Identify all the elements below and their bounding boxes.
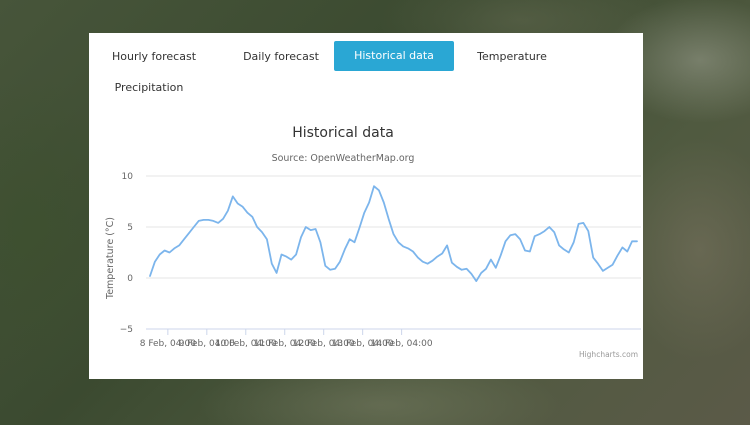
highcharts-credit-link[interactable]: Highcharts.com	[579, 350, 638, 359]
historical-temperature-chart: Historical data Source: OpenWeatherMap.o…	[105, 125, 641, 359]
x-axis-ticks: 8 Feb, 04:009 Feb, 04:0010 Feb, 04:0011 …	[140, 328, 641, 349]
y-tick-label: −5	[120, 325, 133, 335]
y-tick-label: 5	[127, 223, 133, 233]
temperature-series-line	[149, 185, 638, 283]
y-axis-title: Temperature (°C)	[105, 217, 116, 300]
y-gridlines	[146, 175, 641, 330]
forecast-panel: Hourly forecast Daily forecast Historica…	[89, 33, 643, 379]
series-layer	[149, 185, 638, 283]
x-tick-label: 14 Feb, 04:00	[371, 339, 433, 349]
y-tick-label: 10	[122, 172, 134, 182]
y-tick-label: 0	[127, 274, 133, 284]
chart-title: Historical data	[292, 125, 394, 141]
y-tick-labels: 10 5 0 −5	[120, 172, 134, 335]
chart-subtitle: Source: OpenWeatherMap.org	[272, 153, 415, 164]
